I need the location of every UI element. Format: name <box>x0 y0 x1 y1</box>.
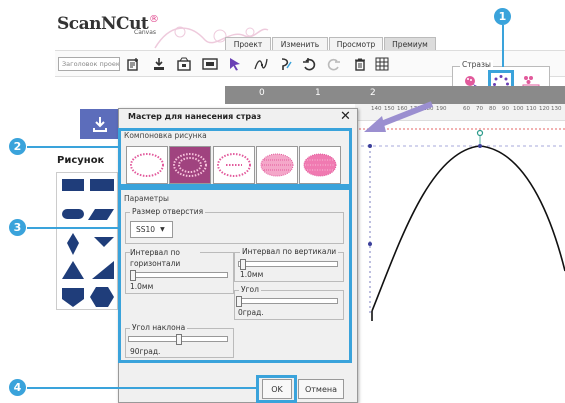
params-group-title: Параметры <box>124 194 169 203</box>
tilt-value: 90град. <box>130 347 161 356</box>
import-icon[interactable] <box>150 55 168 73</box>
draw-pen-icon[interactable] <box>277 55 295 73</box>
shapes-panel-label: Рисунок <box>57 155 105 166</box>
tilt-slider-thumb[interactable] <box>176 334 182 345</box>
ruler2-tick: 80 <box>489 106 496 112</box>
app-logo-sub: Canvas <box>134 29 157 36</box>
angle-label: Угол <box>239 285 261 294</box>
registered-mark-icon: ® <box>149 14 159 25</box>
cancel-button[interactable]: Отмена <box>298 379 344 399</box>
select-arrow-icon[interactable] <box>226 55 244 73</box>
shape-rounded-rect-icon <box>62 209 84 219</box>
hole-size-label: Размер отверстия <box>130 207 206 216</box>
ok-button[interactable]: OK <box>262 379 292 399</box>
layout-grid-fill-icon[interactable] <box>256 146 298 184</box>
layout-outline-center-icon[interactable] <box>213 146 255 184</box>
delete-icon[interactable] <box>351 55 369 73</box>
ruler2-tick: 90 <box>502 106 509 112</box>
ruler-tick: 1 <box>315 88 321 98</box>
ruler2-tick: 130 <box>551 106 562 112</box>
layout-group-title: Компоновка рисунка <box>124 131 207 140</box>
v-interval-slider[interactable] <box>238 261 338 267</box>
shape-kite-icon <box>94 237 114 247</box>
design-canvas[interactable] <box>355 121 565 321</box>
h-interval-label: Интервал по горизонтали <box>130 247 200 269</box>
ruler2-tick: 110 <box>526 106 537 112</box>
project-title-input[interactable]: Заголовок проек <box>58 57 120 71</box>
ruler2-tick: 120 <box>539 106 550 112</box>
callout-1-line <box>502 25 504 67</box>
undo-icon[interactable] <box>300 55 318 73</box>
callout-4: 4 <box>9 379 26 396</box>
h-interval-value: 1.0мм <box>130 282 154 291</box>
new-project-icon[interactable] <box>124 55 142 73</box>
layout-outline-icon[interactable] <box>126 146 168 184</box>
ruler2-tick: 100 <box>513 106 524 112</box>
callout-3-line <box>27 227 118 229</box>
callout-2: 2 <box>9 138 26 155</box>
shape-diamond-icon <box>67 233 79 255</box>
chevron-down-icon: ▼ <box>160 226 165 233</box>
shape-rectangle-icon <box>62 179 84 191</box>
shape-parallelogram-icon <box>88 209 114 220</box>
redo-icon[interactable] <box>325 55 343 73</box>
hole-size-value: SS10 <box>136 225 156 234</box>
angle-slider-thumb[interactable] <box>236 296 242 307</box>
node-edit-icon[interactable] <box>252 55 270 73</box>
grid-icon[interactable] <box>373 55 391 73</box>
v-interval-value: 1.0мм <box>240 270 264 279</box>
tab-view[interactable]: Просмотр <box>329 37 383 50</box>
angle-slider[interactable] <box>236 298 338 304</box>
callout-2-line <box>27 146 118 148</box>
callout-1: 1 <box>494 8 511 25</box>
import-pattern-button[interactable] <box>80 109 120 139</box>
transfer-icon[interactable] <box>201 55 219 73</box>
shape-grid <box>56 172 118 310</box>
layout-offset-fill-icon[interactable] <box>299 146 341 184</box>
h-interval-slider[interactable] <box>130 272 228 278</box>
callout-4-line <box>27 387 256 389</box>
ruler-tick: 0 <box>259 88 265 98</box>
shape-rectangle-wide-icon <box>90 179 114 191</box>
hole-size-select[interactable]: SS10 ▼ <box>130 221 173 238</box>
close-icon[interactable]: ✕ <box>340 109 351 124</box>
h-interval-slider-thumb[interactable] <box>130 270 136 281</box>
layout-double-outline-icon[interactable] <box>169 146 211 184</box>
rhinestone-group-legend: Стразы <box>460 60 493 69</box>
dialog-title: Мастер для нанесения страз <box>128 112 262 121</box>
tab-edit[interactable]: Изменить <box>272 37 328 50</box>
v-interval-slider-thumb[interactable] <box>240 259 246 270</box>
shape-triangle-icon <box>62 261 84 279</box>
tilt-label: Угол наклона <box>130 323 188 332</box>
tab-premium[interactable]: Премиум <box>384 37 436 50</box>
pointer-arrow-icon <box>364 101 434 132</box>
v-interval-label: Интервал по вертикали <box>240 247 339 256</box>
tab-project[interactable]: Проект <box>225 37 271 50</box>
ruler2-tick: 60 <box>463 106 470 112</box>
angle-value: 0град. <box>238 308 264 317</box>
shape-right-triangle-icon <box>92 261 114 279</box>
save-icon[interactable] <box>175 55 193 73</box>
callout-3: 3 <box>9 219 26 236</box>
ruler2-tick: 70 <box>476 106 483 112</box>
ruler-tick: 2 <box>370 88 376 98</box>
shape-pentagon-icon <box>62 288 84 307</box>
shape-hexagon-icon <box>90 287 114 307</box>
